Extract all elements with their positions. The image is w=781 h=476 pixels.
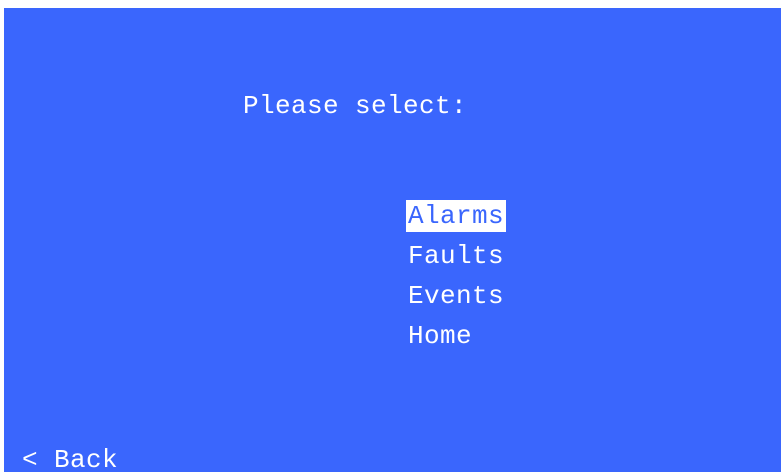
- menu-item-label: Faults: [408, 241, 505, 271]
- page-title: Please select:: [243, 91, 468, 121]
- menu-item-label: Home: [408, 321, 473, 351]
- menu-screen: Please select: Alarms Faults Events Home…: [4, 8, 781, 475]
- back-button[interactable]: < Back: [22, 444, 118, 476]
- menu-item-label: Alarms: [406, 200, 507, 232]
- menu-item-alarms[interactable]: Alarms: [310, 168, 507, 232]
- menu-item-label: Events: [408, 281, 505, 311]
- selection-menu: Alarms Faults Events Home: [310, 168, 507, 351]
